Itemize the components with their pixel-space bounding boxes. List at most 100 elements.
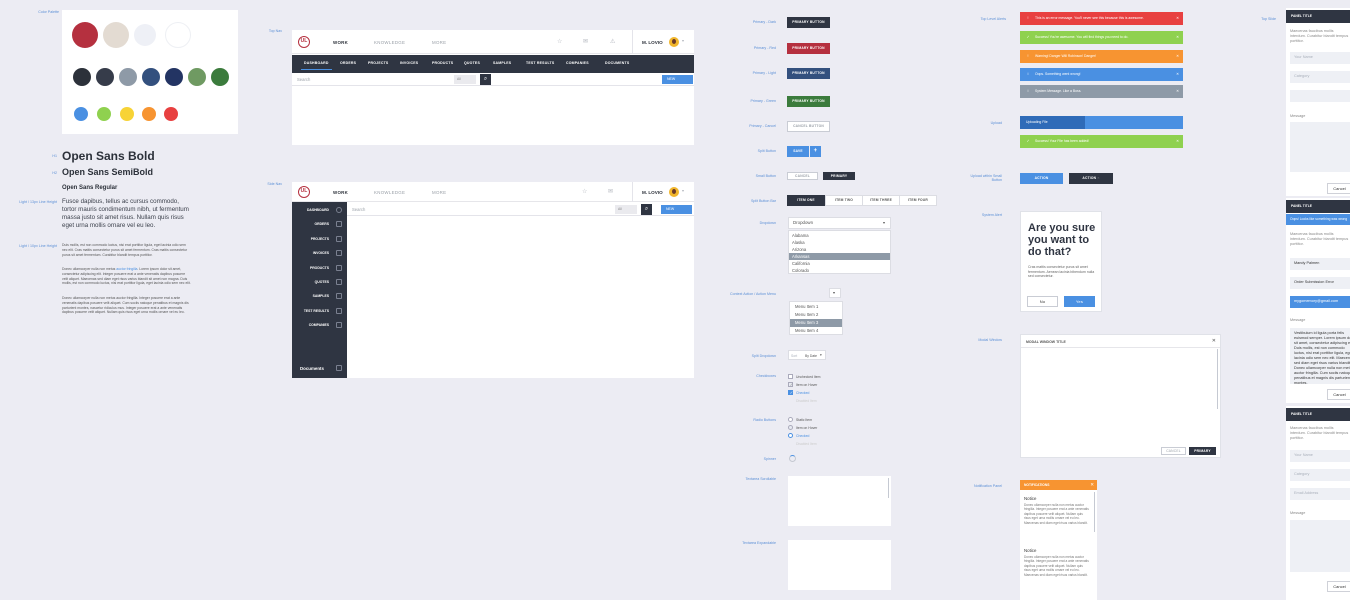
subnav-products[interactable]: PRODUCTS: [432, 61, 453, 65]
subnav-samples[interactable]: SAMPLES: [493, 61, 511, 65]
inline-link[interactable]: auctor fringilla: [116, 267, 137, 271]
panel-2-category-field[interactable]: Order Submission Error: [1290, 277, 1350, 289]
scrollbar[interactable]: [1093, 492, 1095, 532]
sidenav-samples[interactable]: SAMPLES: [313, 294, 329, 298]
search-filter-select[interactable]: All: [454, 75, 476, 84]
sidenav-products[interactable]: PRODUCTS: [310, 266, 329, 270]
textarea-expandable[interactable]: [788, 540, 891, 590]
sidenav-documents[interactable]: Documents: [300, 366, 324, 371]
small-cancel-button[interactable]: CANCEL: [787, 172, 818, 180]
upload-action-button-2[interactable]: ACTION ◌: [1069, 173, 1113, 184]
yes-button[interactable]: Yes: [1064, 296, 1095, 307]
sidenav-projects[interactable]: PROJECTS: [311, 237, 329, 241]
panel-1-message-textarea[interactable]: [1290, 122, 1350, 172]
subnav-projects[interactable]: PROJECTS: [368, 61, 388, 65]
scrollbar[interactable]: [1216, 349, 1218, 409]
close-icon[interactable]: ✕: [1090, 482, 1094, 488]
tab-more[interactable]: MORE: [432, 40, 446, 45]
subnav-quotes[interactable]: QUOTES: [464, 61, 480, 65]
primary-green-button[interactable]: PRIMARY BUTTON: [787, 96, 830, 107]
close-icon[interactable]: ✕: [1176, 135, 1179, 148]
close-icon[interactable]: ✕: [1176, 68, 1179, 81]
mail-icon[interactable]: ✉: [608, 188, 613, 195]
checkbox-checked[interactable]: ✓: [788, 390, 793, 395]
modal-primary-button[interactable]: PRIMARY: [1189, 447, 1216, 455]
dropdown-option[interactable]: Alaska: [789, 239, 890, 246]
dropdown-option[interactable]: Colorado: [789, 267, 890, 274]
mail-icon[interactable]: ✉: [583, 38, 588, 45]
search-icon[interactable]: ⌕: [641, 204, 652, 215]
search-icon[interactable]: ⌕: [480, 74, 491, 85]
panel-2-message-textarea[interactable]: Vestibulum id ligula porta felis euismod…: [1290, 328, 1350, 384]
user-name[interactable]: M. LOVIO: [642, 190, 663, 195]
close-icon[interactable]: ✕: [1176, 85, 1179, 98]
chevron-down-icon[interactable]: ▾: [682, 38, 684, 43]
subnav-companies[interactable]: COMPANIES: [566, 61, 589, 65]
tab-more[interactable]: MORE: [432, 190, 446, 195]
upload-action-button-1[interactable]: ACTION: [1020, 173, 1063, 184]
panel-1-cancel-button[interactable]: Cancel: [1327, 183, 1350, 194]
dropdown-option[interactable]: Arkansas: [789, 253, 890, 260]
sidenav-orders[interactable]: ORDERS: [314, 222, 329, 226]
chevron-down-icon[interactable]: ▾: [682, 188, 684, 193]
sidenav-quotes[interactable]: QUOTES: [315, 280, 329, 284]
bar-item-one[interactable]: ITEM ONE: [787, 195, 825, 206]
subnav-documents[interactable]: DOCUMENTS: [605, 61, 629, 65]
panel-3-category-field[interactable]: Category: [1290, 469, 1350, 481]
action-menu-trigger[interactable]: ▾: [829, 288, 841, 298]
panel-1-category-field[interactable]: Category: [1290, 71, 1350, 83]
subnav-dashboard[interactable]: DASHBOARD: [301, 61, 332, 70]
close-icon[interactable]: ✕: [1176, 12, 1179, 25]
close-icon[interactable]: ✕: [1212, 338, 1216, 344]
panel-3-message-textarea[interactable]: [1290, 520, 1350, 572]
bar-item-two[interactable]: ITEM TWO: [825, 195, 863, 206]
panel-1-field-3[interactable]: [1290, 90, 1350, 102]
action-menu-item[interactable]: Menu Item 4: [790, 327, 842, 335]
close-icon[interactable]: ✕: [1176, 50, 1179, 63]
panel-2-name-field[interactable]: Mandy Palmen: [1290, 258, 1350, 270]
logo-icon[interactable]: UL: [298, 186, 310, 198]
sidenav-test-results[interactable]: TEST RESULTS: [304, 309, 329, 313]
tab-knowledge[interactable]: KNOWLEDGE: [374, 190, 405, 195]
sidenav-companies[interactable]: COMPANIES: [309, 323, 329, 327]
modal-cancel-button[interactable]: CANCEL: [1161, 447, 1186, 455]
search-input[interactable]: Search: [297, 77, 310, 82]
bar-item-four[interactable]: ITEM FOUR: [899, 195, 937, 206]
logo-icon[interactable]: UL: [298, 36, 310, 48]
user-name[interactable]: M. LOVIO: [642, 40, 663, 45]
split-save-button[interactable]: SAVE: [787, 146, 809, 157]
tab-knowledge[interactable]: KNOWLEDGE: [374, 40, 405, 45]
tab-work[interactable]: WORK: [333, 190, 348, 195]
panel-1-name-field[interactable]: Your Name: [1290, 52, 1350, 64]
search-filter-select[interactable]: All: [615, 205, 637, 214]
radio-hover[interactable]: [788, 425, 793, 430]
subnav-test-results[interactable]: TEST RESULTS: [526, 61, 554, 65]
sidenav-dashboard[interactable]: DASHBOARD: [307, 208, 329, 212]
subnav-invoices[interactable]: INVOICES: [400, 61, 418, 65]
new-button[interactable]: NEW: [662, 75, 693, 84]
dropdown-option[interactable]: Arizona: [789, 246, 890, 253]
sidenav-invoices[interactable]: INVOICES: [313, 251, 329, 255]
scrollbar[interactable]: [887, 478, 889, 498]
panel-2-email-field[interactable]: mygomemory@gmail.com: [1290, 296, 1350, 308]
panel-3-email-field[interactable]: Email Address: [1290, 488, 1350, 500]
panel-2-cancel-button[interactable]: Cancel: [1327, 389, 1350, 400]
textarea-scrollable[interactable]: [788, 476, 891, 526]
primary-red-button[interactable]: PRIMARY BUTTON: [787, 43, 830, 54]
new-button[interactable]: NEW: [661, 205, 692, 214]
dropdown-select[interactable]: Dropdown ▾: [788, 217, 891, 229]
small-primary-button[interactable]: PRIMARY: [823, 172, 855, 180]
cancel-button[interactable]: CANCEL BUTTON: [787, 121, 830, 132]
avatar[interactable]: [669, 187, 679, 197]
no-button[interactable]: No: [1027, 296, 1058, 307]
action-menu-item[interactable]: Menu Item 3: [790, 319, 842, 327]
search-input[interactable]: Search: [352, 207, 365, 212]
dropdown-option[interactable]: California: [789, 260, 890, 267]
bar-item-three[interactable]: ITEM THREE: [862, 195, 900, 206]
panel-3-cancel-button[interactable]: Cancel: [1327, 581, 1350, 592]
subnav-orders[interactable]: ORDERS: [340, 61, 356, 65]
close-icon[interactable]: ✕: [1176, 31, 1179, 44]
split-dropdown[interactable]: Sort By Date ▾: [788, 350, 826, 360]
primary-dark-button[interactable]: PRIMARY BUTTON: [787, 17, 830, 28]
checkbox-unchecked[interactable]: [788, 374, 793, 379]
